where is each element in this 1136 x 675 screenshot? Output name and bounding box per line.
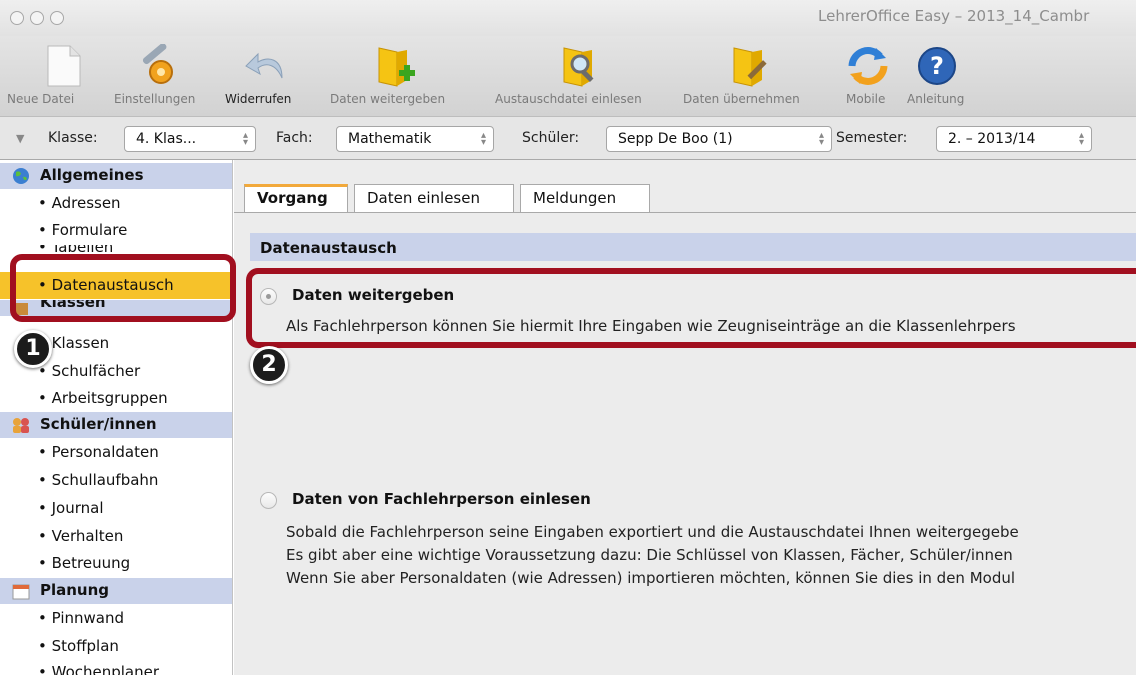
sidebar-item-arbeitsgruppen[interactable]: • Arbeitsgruppen	[38, 389, 168, 407]
toolbar-label-read-exchange-file: Austauschdatei einlesen	[495, 92, 642, 106]
toolbar-label-mobile: Mobile	[846, 92, 886, 106]
subject-label: Fach:	[276, 130, 313, 146]
title-bar: LehrerOffice Easy – 2013_14_Cambr	[0, 0, 1136, 36]
student-select[interactable]: Sepp De Boo (1) ▴ ▾	[606, 126, 832, 152]
callout-badge-2: 2	[250, 346, 288, 384]
mobile-button[interactable]: Mobile	[838, 36, 900, 116]
minimize-window-button[interactable]	[30, 11, 44, 25]
settings-gear-icon	[142, 44, 173, 84]
sidebar-group-planung[interactable]: Planung	[0, 578, 232, 604]
selector-bar: ▼ Klasse: 4. Klas... ▴ ▾ Fach: Mathematik…	[0, 116, 1136, 160]
main-content: Vorgang Daten einlesen Meldungen Datenau…	[234, 160, 1136, 675]
toolbar-label-manual: Anleitung	[907, 92, 965, 106]
sidebar-item-verhalten[interactable]: • Verhalten	[38, 527, 123, 545]
class-select[interactable]: 4. Klas... ▴ ▾	[124, 126, 256, 152]
option-description: Wenn Sie aber Personaldaten (wie Adresse…	[286, 569, 1016, 587]
option-title-daten-einlesen: Daten von Fachlehrperson einlesen	[292, 490, 591, 508]
student-label: Schüler:	[522, 130, 580, 146]
globe-icon	[13, 168, 29, 184]
window-title: LehrerOffice Easy – 2013_14_Cambr	[818, 7, 1090, 25]
semester-select-value: 2. – 2013/14	[948, 131, 1036, 147]
toolbar-label-share-data: Daten weitergeben	[330, 92, 446, 106]
students-icon	[13, 418, 29, 433]
semester-label: Semester:	[836, 130, 908, 146]
toolbar-label-adopt-data: Daten übernehmen	[683, 92, 800, 106]
subject-select[interactable]: Mathematik ▴ ▾	[336, 126, 494, 152]
undo-icon	[245, 52, 283, 79]
sidebar-item-personaldaten[interactable]: • Personaldaten	[38, 443, 159, 461]
folder-edit-icon	[733, 47, 767, 87]
sidebar-item-journal[interactable]: • Journal	[38, 499, 104, 517]
toolbar-label-undo: Widerrufen	[225, 92, 292, 106]
sidebar: Allgemeines • Adressen • Formulare • Tab…	[0, 160, 233, 675]
class-select-value: 4. Klas...	[136, 131, 197, 147]
sidebar-item-adressen[interactable]: • Adressen	[38, 194, 121, 212]
calendar-icon	[12, 584, 30, 600]
sidebar-group-label: Schüler/innen	[40, 415, 157, 433]
tab-divider	[234, 212, 1136, 213]
new-file-button[interactable]: Neue Datei	[0, 36, 104, 116]
close-window-button[interactable]	[10, 11, 24, 25]
sidebar-group-label: Planung	[40, 581, 110, 599]
settings-button[interactable]: Einstellungen	[110, 36, 220, 116]
collapse-triangle-icon[interactable]: ▼	[16, 132, 24, 145]
stepper-arrows-icon: ▴ ▾	[480, 130, 486, 148]
subject-select-value: Mathematik	[348, 131, 432, 147]
stepper-arrows-icon: ▴ ▾	[1078, 130, 1084, 148]
callout-highlight-option	[246, 268, 1136, 348]
section-title: Datenaustausch	[250, 233, 1136, 261]
sidebar-group-label: Allgemeines	[40, 166, 144, 184]
callout-badge-1: 1	[14, 330, 52, 368]
stepper-arrows-icon: ▴ ▾	[242, 130, 248, 148]
semester-select[interactable]: 2. – 2013/14 ▴ ▾	[936, 126, 1092, 152]
svg-text:?: ?	[930, 52, 944, 80]
read-exchange-file-button[interactable]: Austauschdatei einlesen	[490, 36, 680, 116]
tab-vorgang[interactable]: Vorgang	[244, 184, 348, 212]
folder-search-icon	[563, 47, 594, 87]
sync-icon	[848, 47, 888, 85]
sidebar-group-allgemeines[interactable]: Allgemeines	[0, 163, 232, 189]
student-select-value: Sepp De Boo (1)	[618, 131, 733, 147]
toolbar-label-settings: Einstellungen	[114, 92, 196, 106]
toolbar-label-new-file: Neue Datei	[7, 92, 75, 106]
help-icon: ?	[918, 47, 956, 85]
sidebar-item-schullaufbahn[interactable]: • Schullaufbahn	[38, 471, 158, 489]
sidebar-item-betreuung[interactable]: • Betreuung	[38, 554, 130, 572]
stepper-arrows-icon: ▴ ▾	[818, 130, 824, 148]
new-file-icon	[47, 45, 81, 87]
callout-highlight-sidebar	[10, 254, 236, 322]
folder-add-icon	[378, 47, 415, 87]
zoom-window-button[interactable]	[50, 11, 64, 25]
option-description: Sobald die Fachlehrperson seine Eingaben…	[286, 523, 1019, 541]
sidebar-item-formulare[interactable]: • Formulare	[38, 221, 127, 239]
sidebar-item-pinnwand[interactable]: • Pinnwand	[38, 609, 124, 627]
radio-daten-einlesen[interactable]	[260, 492, 277, 509]
class-label: Klasse:	[48, 130, 98, 146]
undo-button[interactable]: Widerrufen	[222, 36, 312, 116]
adopt-data-button[interactable]: Daten übernehmen	[680, 36, 830, 116]
sidebar-item-schulfaecher[interactable]: • Schulfächer	[38, 362, 140, 380]
option-description: Es gibt aber eine wichtige Voraussetzung…	[286, 546, 1013, 564]
tab-daten-einlesen[interactable]: Daten einlesen	[354, 184, 514, 212]
sidebar-item-wochenplaner[interactable]: • Wochenplaner	[38, 663, 159, 675]
share-data-button[interactable]: Daten weitergeben	[325, 36, 477, 116]
tab-meldungen[interactable]: Meldungen	[520, 184, 650, 212]
sidebar-group-schueler[interactable]: Schüler/innen	[0, 412, 232, 438]
manual-button[interactable]: ? Anleitung	[903, 36, 983, 116]
toolbar: Neue Datei Einstellungen Widerrufen Date…	[0, 36, 1136, 116]
sidebar-item-stoffplan[interactable]: • Stoffplan	[38, 637, 119, 655]
